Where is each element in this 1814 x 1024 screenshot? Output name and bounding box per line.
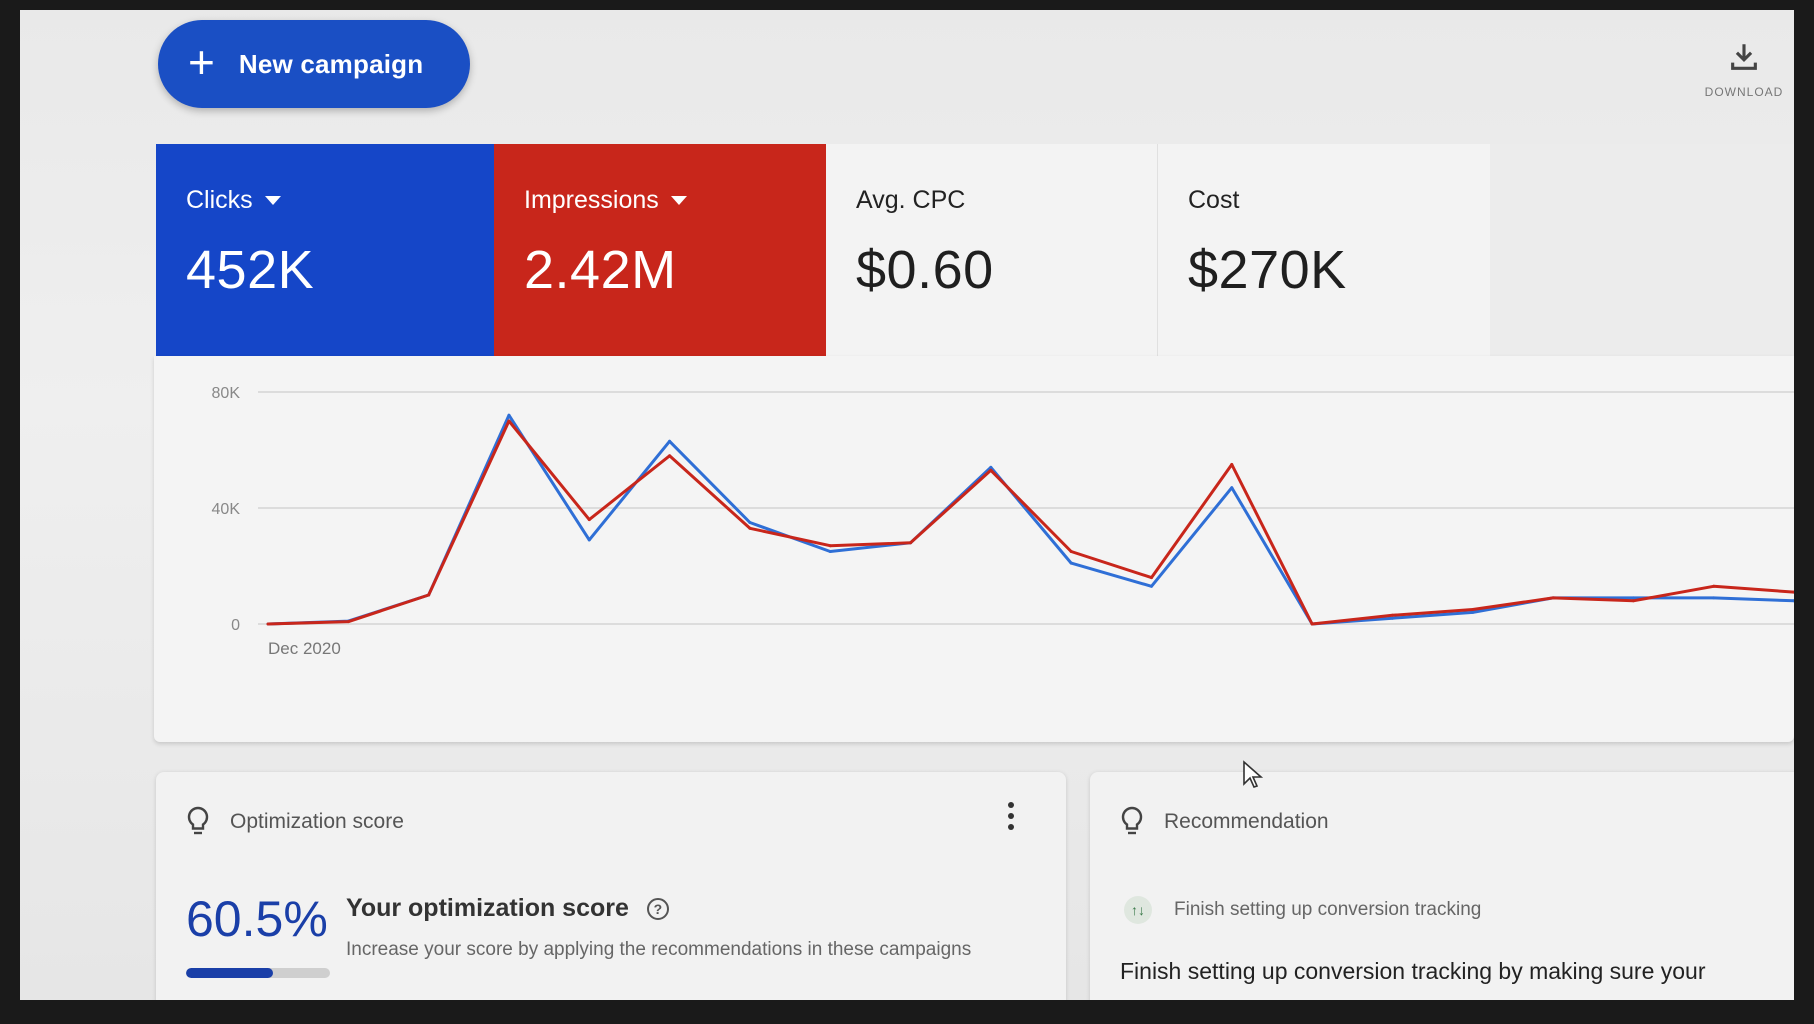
metric-clicks-label: Clicks <box>186 186 253 214</box>
data-point <box>1069 561 1073 565</box>
data-point <box>1310 622 1314 626</box>
data-point <box>427 593 431 597</box>
metric-empty-slot <box>1490 144 1794 356</box>
data-point <box>668 454 672 458</box>
optimization-score-bar-fill <box>186 968 274 978</box>
metric-avg-cpc-value: $0.60 <box>856 240 994 300</box>
optimization-score-bar <box>186 968 330 978</box>
x-tick-label: Dec 2020 <box>268 639 341 658</box>
metrics-bar: Clicks 452K Impressions 2.42M Avg. CPC $… <box>156 144 1794 356</box>
new-campaign-label: New campaign <box>238 48 424 79</box>
optimization-heading: Your optimization score <box>346 894 629 922</box>
metric-cost-label: Cost <box>1188 186 1240 214</box>
data-point <box>1230 486 1234 490</box>
conversion-tracking-icon: ↑↓ <box>1124 896 1152 924</box>
data-point <box>587 538 591 542</box>
ads-dashboard: + New campaign DOWNLOAD Clicks 452K Impr… <box>20 10 1794 1000</box>
new-campaign-button[interactable]: + New campaign <box>158 20 470 108</box>
data-point <box>1149 584 1153 588</box>
metric-avg-cpc-label: Avg. CPC <box>856 186 966 214</box>
data-point <box>668 439 672 443</box>
metric-impressions-value: 2.42M <box>524 240 677 300</box>
data-point <box>1471 610 1475 614</box>
series-line-1 <box>267 419 1794 626</box>
data-point <box>1631 599 1635 603</box>
metric-cost[interactable]: Cost $270K <box>1158 144 1490 356</box>
data-point <box>1149 576 1153 580</box>
data-point <box>989 465 993 469</box>
more-vert-icon[interactable] <box>1008 802 1016 835</box>
data-point <box>909 541 913 545</box>
performance-chart: 80K 40K 0 Dec 2020 <box>154 356 1794 742</box>
data-point <box>748 521 752 524</box>
mouse-cursor-icon <box>1243 760 1264 788</box>
data-point <box>828 550 832 553</box>
data-point <box>1471 608 1475 611</box>
help-icon[interactable]: ? <box>646 897 669 920</box>
download-button[interactable]: DOWNLOAD <box>1694 40 1794 99</box>
metric-avg-cpc[interactable]: Avg. CPC $0.60 <box>826 144 1158 356</box>
data-point <box>346 620 350 624</box>
lightbulb-icon <box>187 806 209 835</box>
data-point <box>507 419 511 423</box>
metric-impressions-label: Impressions <box>524 186 659 214</box>
caret-down-icon[interactable] <box>670 196 687 205</box>
data-point <box>1390 616 1394 620</box>
data-point <box>748 526 752 530</box>
plus-icon: + <box>188 36 215 88</box>
data-point <box>828 544 832 548</box>
data-point <box>1631 596 1635 600</box>
metric-clicks-value: 452K <box>186 240 315 300</box>
y-tick-label: 80K <box>212 385 241 402</box>
data-point <box>1551 596 1555 600</box>
data-point <box>1712 584 1716 588</box>
data-point <box>587 518 591 522</box>
metric-impressions[interactable]: Impressions 2.42M <box>494 144 826 356</box>
lightbulb-icon <box>1121 806 1143 835</box>
data-point <box>1230 463 1234 466</box>
recommendation-card: Recommendation ↑↓ Finish setting up conv… <box>1090 772 1794 1000</box>
data-point <box>1069 550 1073 553</box>
recommendation-item[interactable]: ↑↓ Finish setting up conversion tracking <box>1124 896 1481 924</box>
data-point <box>1712 596 1716 600</box>
download-label: DOWNLOAD <box>1704 85 1784 99</box>
data-point <box>989 468 993 472</box>
optimization-description: Increase your score by applying the reco… <box>346 939 972 960</box>
recommendation-item-label: Finish setting up conversion tracking <box>1174 899 1482 920</box>
line-chart: 80K 40K 0 Dec 2020 <box>212 385 1794 658</box>
metric-clicks[interactable]: Clicks 452K <box>156 144 494 356</box>
optimization-score-card: Optimization score 60.5% Your optimizati… <box>156 772 1066 1000</box>
data-point <box>1390 613 1394 617</box>
metric-cost-value: $270K <box>1188 240 1347 300</box>
download-icon <box>1731 44 1757 70</box>
optimization-card-title: Optimization score <box>230 810 404 833</box>
data-point <box>266 622 270 626</box>
caret-down-icon[interactable] <box>264 196 281 205</box>
data-point <box>507 413 511 417</box>
y-tick-label: 40K <box>212 501 241 518</box>
recommendation-card-title: Recommendation <box>1164 810 1329 833</box>
y-tick-label: 0 <box>231 617 240 634</box>
optimization-score-value: 60.5% <box>186 891 328 947</box>
recommendation-description: Finish setting up conversion tracking by… <box>1120 958 1706 984</box>
